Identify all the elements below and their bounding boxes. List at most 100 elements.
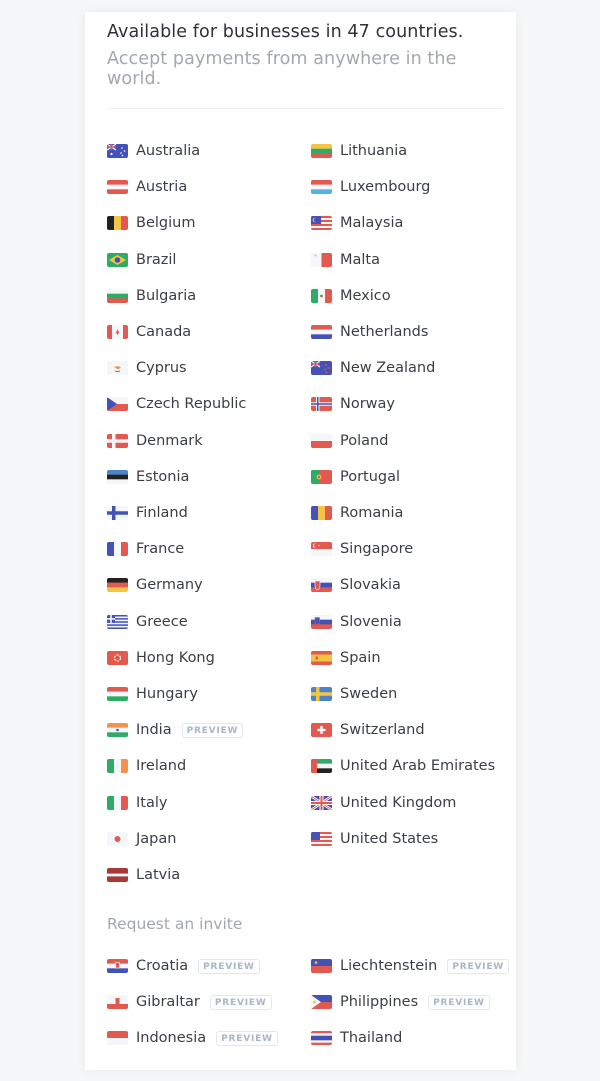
country-name: Ireland <box>136 758 187 775</box>
country-item-slovakia: Slovakia <box>311 575 401 595</box>
country-item-brazil: Brazil <box>107 250 176 270</box>
romania-flag-icon <box>311 506 332 520</box>
country-name: Denmark <box>136 432 203 449</box>
preview-badge: PREVIEW <box>198 958 260 974</box>
country-item-canada: Canada <box>107 322 191 342</box>
country-item-new-zealand: New Zealand <box>311 358 435 378</box>
latvia-flag-icon <box>107 868 128 882</box>
country-name: Netherlands <box>340 324 429 340</box>
country-name: Luxembourg <box>340 179 431 196</box>
spain-flag-icon <box>311 650 332 665</box>
country-name: Belgium <box>136 215 196 232</box>
country-item-hong-kong: Hong Kong <box>107 648 215 668</box>
philippines-flag-icon <box>311 995 332 1010</box>
country-name: United Arab Emirates <box>340 758 496 775</box>
country-name: Philippines <box>340 994 419 1011</box>
preview-badge: PREVIEW <box>428 994 490 1010</box>
country-item-italy: Italy <box>107 793 167 813</box>
japan-flag-icon <box>107 831 128 846</box>
subheadline: Accept payments from anywhere in the wor… <box>107 49 457 89</box>
country-name: Hungary <box>136 686 198 702</box>
country-item-gibraltar: Gibraltar PREVIEW <box>107 992 272 1012</box>
lithuania-flag-icon <box>311 144 332 158</box>
country-name: Sweden <box>340 686 398 702</box>
country-name: Brazil <box>136 251 177 268</box>
ireland-flag-icon <box>107 759 128 774</box>
uae-flag-icon <box>311 759 332 774</box>
cyprus-flag-icon <box>107 361 128 376</box>
hungary-flag-icon <box>107 687 128 701</box>
country-item-hungary: Hungary <box>107 684 198 704</box>
country-name: New Zealand <box>340 360 436 377</box>
country-name: Estonia <box>136 468 190 485</box>
country-item-united-arab-emirates: United Arab Emirates <box>311 756 495 776</box>
preview-badge: PREVIEW <box>209 994 272 1010</box>
canada-flag-icon <box>107 325 128 339</box>
divider <box>107 108 503 109</box>
country-item-united-kingdom: United Kingdom <box>311 793 456 813</box>
czech-flag-icon <box>107 397 128 412</box>
country-item-slovenia: Slovenia <box>311 612 402 632</box>
country-item-spain: Spain <box>311 648 381 668</box>
country-item-lithuania: Lithuania <box>311 141 407 161</box>
country-item-mexico: Mexico <box>311 286 391 306</box>
singapore-flag-icon <box>311 542 332 557</box>
preview-badge: PREVIEW <box>447 958 510 974</box>
denmark-flag-icon <box>107 433 128 448</box>
france-flag-icon <box>107 542 128 557</box>
country-name: United States <box>340 830 439 847</box>
country-item-croatia: Croatia PREVIEW <box>107 956 260 976</box>
country-item-norway: Norway <box>311 394 395 414</box>
country-item-germany: Germany <box>107 575 203 595</box>
brazil-flag-icon <box>107 252 128 267</box>
australia-flag-icon <box>107 144 128 158</box>
country-item-denmark: Denmark <box>107 431 203 451</box>
country-item-philippines: Philippines PREVIEW <box>311 992 490 1012</box>
sweden-flag-icon <box>311 687 332 701</box>
country-item-indonesia: Indonesia PREVIEW <box>107 1028 278 1048</box>
croatia-flag-icon <box>107 959 128 973</box>
country-name: Romania <box>340 505 404 521</box>
country-item-bulgaria: Bulgaria <box>107 286 196 306</box>
country-item-greece: Greece <box>107 612 188 632</box>
country-item-united-states: United States <box>311 829 438 849</box>
us-flag-icon <box>311 831 332 846</box>
country-name: Japan <box>136 830 177 847</box>
country-item-liechtenstein: Liechtenstein PREVIEW <box>311 956 510 976</box>
country-name: Poland <box>340 432 389 449</box>
luxembourg-flag-icon <box>311 180 332 195</box>
country-item-thailand: Thailand <box>311 1028 402 1048</box>
country-item-estonia: Estonia <box>107 467 189 487</box>
netherlands-flag-icon <box>311 325 332 339</box>
poland-flag-icon <box>311 433 332 448</box>
country-name: Finland <box>136 505 188 521</box>
country-item-malta: Malta <box>311 250 380 270</box>
countries-card: Available for businesses in 47 countries… <box>85 12 516 1070</box>
country-item-japan: Japan <box>107 829 176 849</box>
liechtenstein-flag-icon <box>311 959 332 973</box>
country-name: Mexico <box>340 287 391 304</box>
country-name: Spain <box>340 649 381 666</box>
request-invite-heading: Request an invite <box>107 915 243 933</box>
preview-badge: PREVIEW <box>216 1030 278 1046</box>
indonesia-flag-icon <box>107 1031 128 1046</box>
country-name: Norway <box>340 396 396 413</box>
mexico-flag-icon <box>311 288 332 303</box>
newzealand-flag-icon <box>311 361 332 376</box>
country-item-belgium: Belgium <box>107 213 195 233</box>
country-name: Switzerland <box>340 722 425 739</box>
country-item-finland: Finland <box>107 503 188 523</box>
slovenia-flag-icon <box>311 614 332 629</box>
country-item-latvia: Latvia <box>107 865 180 885</box>
country-item-austria: Austria <box>107 177 187 197</box>
country-name: Australia <box>136 143 201 159</box>
switzerland-flag-icon <box>311 723 332 738</box>
hongkong-flag-icon <box>107 650 128 665</box>
austria-flag-icon <box>107 180 128 195</box>
estonia-flag-icon <box>107 469 128 484</box>
headline: Available for businesses in 47 countries… <box>107 22 464 42</box>
india-flag-icon <box>107 723 128 738</box>
country-item-romania: Romania <box>311 503 403 523</box>
country-name: Malaysia <box>340 215 404 232</box>
country-name: Slovenia <box>340 613 402 630</box>
